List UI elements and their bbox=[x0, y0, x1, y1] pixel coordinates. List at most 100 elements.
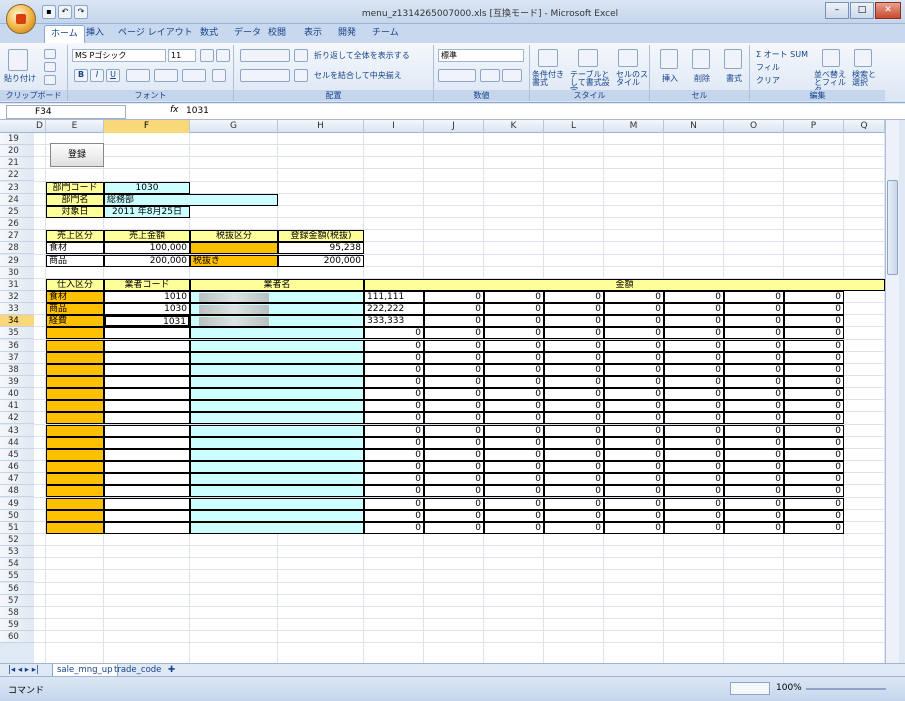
vendor-code[interactable] bbox=[104, 424, 190, 437]
row-header[interactable]: 29 bbox=[0, 254, 34, 267]
italic-button[interactable]: I bbox=[90, 69, 104, 82]
purchase-category[interactable]: 商品 bbox=[46, 303, 104, 316]
row-header[interactable]: 39 bbox=[0, 376, 34, 388]
merge-center-button[interactable]: セルを結合して中央揃え bbox=[314, 70, 402, 81]
purchase-category[interactable] bbox=[46, 388, 104, 401]
font-color-icon[interactable] bbox=[182, 69, 206, 82]
row-header[interactable]: 34 bbox=[0, 315, 34, 328]
scroll-thumb[interactable] bbox=[887, 180, 898, 275]
tab-team[interactable]: チーム bbox=[366, 25, 405, 43]
row-header[interactable]: 59 bbox=[0, 619, 34, 631]
purchase-category[interactable] bbox=[46, 363, 104, 376]
row-header[interactable]: 55 bbox=[0, 570, 34, 583]
tax-type[interactable]: 税抜き bbox=[190, 254, 278, 267]
column-header-l[interactable]: L bbox=[544, 120, 604, 133]
currency-icon[interactable] bbox=[438, 69, 476, 82]
row-header[interactable]: 41 bbox=[0, 400, 34, 413]
decrease-decimal-icon[interactable] bbox=[502, 69, 522, 82]
increase-decimal-icon[interactable] bbox=[480, 69, 500, 82]
find-select-icon[interactable] bbox=[854, 49, 872, 67]
maximize-button[interactable]: □ bbox=[850, 2, 874, 19]
purchase-category[interactable]: 経費 bbox=[46, 315, 104, 328]
find-select-button[interactable]: 検索と選択 bbox=[852, 71, 882, 87]
row-header[interactable]: 28 bbox=[0, 242, 34, 255]
save-icon[interactable]: ▪ bbox=[42, 5, 56, 19]
row-header[interactable]: 44 bbox=[0, 436, 34, 449]
conditional-format-button[interactable]: 条件付き書式 bbox=[532, 71, 570, 87]
row-header[interactable]: 46 bbox=[0, 461, 34, 474]
borders-icon[interactable] bbox=[126, 69, 150, 82]
row-header[interactable]: 56 bbox=[0, 582, 34, 595]
row-header[interactable]: 51 bbox=[0, 521, 34, 534]
sort-filter-icon[interactable] bbox=[822, 49, 840, 67]
purchase-category[interactable] bbox=[46, 485, 104, 498]
purchase-category[interactable] bbox=[46, 461, 104, 474]
tax-type[interactable] bbox=[190, 242, 278, 255]
row-header[interactable]: 57 bbox=[0, 594, 34, 607]
tab-home[interactable]: ホーム bbox=[44, 25, 85, 43]
horizontal-align-icon[interactable] bbox=[240, 69, 290, 82]
purchase-category[interactable] bbox=[46, 424, 104, 437]
row-header[interactable]: 23 bbox=[0, 181, 34, 194]
vendor-code[interactable] bbox=[104, 521, 190, 534]
row-header[interactable]: 43 bbox=[0, 424, 34, 437]
underline-button[interactable]: U bbox=[106, 69, 120, 82]
row-header[interactable]: 42 bbox=[0, 412, 34, 425]
view-buttons[interactable] bbox=[730, 682, 770, 695]
clear-button[interactable]: クリア bbox=[756, 75, 780, 86]
vendor-code[interactable] bbox=[104, 363, 190, 376]
paste-icon[interactable] bbox=[8, 49, 28, 71]
paste-button[interactable]: 貼り付け bbox=[4, 73, 36, 84]
sales-amount[interactable]: 100,000 bbox=[104, 242, 190, 255]
column-header-n[interactable]: N bbox=[664, 120, 724, 133]
row-header[interactable]: 20 bbox=[0, 145, 34, 158]
row-header[interactable]: 48 bbox=[0, 485, 34, 498]
format-painter-icon[interactable] bbox=[44, 75, 56, 85]
row-header[interactable]: 24 bbox=[0, 193, 34, 206]
conditional-format-icon[interactable] bbox=[538, 49, 558, 67]
phonetic-icon[interactable] bbox=[212, 69, 226, 82]
row-header[interactable]: 37 bbox=[0, 351, 34, 364]
vertical-scrollbar[interactable] bbox=[885, 120, 899, 663]
vertical-align-icon[interactable] bbox=[240, 49, 290, 62]
zoom-level[interactable]: 100% bbox=[776, 683, 802, 693]
font-name-select[interactable]: MS Pゴシック bbox=[72, 49, 166, 62]
vendor-code[interactable]: 1030 bbox=[104, 303, 190, 316]
target-date-value[interactable]: 2011 年8月25日 bbox=[104, 205, 190, 218]
insert-function-icon[interactable]: fx bbox=[170, 105, 179, 115]
row-header[interactable]: 47 bbox=[0, 473, 34, 486]
row-header[interactable]: 38 bbox=[0, 363, 34, 376]
column-header-d[interactable]: D bbox=[34, 120, 46, 133]
row-header[interactable]: 52 bbox=[0, 533, 34, 546]
purchase-category[interactable] bbox=[46, 521, 104, 534]
fill-color-icon[interactable] bbox=[154, 69, 178, 82]
vendor-code[interactable] bbox=[104, 388, 190, 401]
row-header[interactable]: 33 bbox=[0, 303, 34, 316]
row-header[interactable]: 21 bbox=[0, 157, 34, 170]
column-header-f[interactable]: F bbox=[104, 120, 190, 133]
row-header[interactable]: 45 bbox=[0, 448, 34, 461]
column-header-m[interactable]: M bbox=[604, 120, 664, 133]
register-button[interactable]: 登録 bbox=[50, 143, 104, 168]
format-table-icon[interactable] bbox=[578, 49, 598, 67]
autosum-button[interactable]: Σ オート SUM bbox=[756, 49, 808, 60]
purchase-category[interactable] bbox=[46, 436, 104, 449]
row-header[interactable]: 40 bbox=[0, 388, 34, 401]
formula-input[interactable]: 1031 bbox=[186, 106, 209, 116]
cell-styles-button[interactable]: セルのスタイル bbox=[616, 71, 648, 87]
row-header[interactable]: 26 bbox=[0, 218, 34, 231]
purchase-category[interactable] bbox=[46, 339, 104, 352]
purchase-category[interactable] bbox=[46, 327, 104, 340]
insert-cells-icon[interactable] bbox=[660, 49, 678, 69]
tab-formulas[interactable]: 数式 bbox=[194, 25, 224, 43]
sales-amount[interactable]: 200,000 bbox=[104, 254, 190, 267]
column-header-p[interactable]: P bbox=[784, 120, 844, 133]
indent-icon[interactable] bbox=[294, 69, 308, 82]
purchase-category[interactable] bbox=[46, 509, 104, 522]
name-box[interactable]: F34 bbox=[6, 105, 126, 119]
worksheet-grid[interactable]: 登録 部門コード 1030 部門名 総務部 対象日 2011 年8月25日 売上区分 売上金額税… bbox=[34, 133, 885, 663]
row-header[interactable]: 31 bbox=[0, 278, 34, 291]
orientation-icon[interactable] bbox=[294, 49, 308, 62]
vendor-code[interactable] bbox=[104, 327, 190, 340]
row-header[interactable]: 53 bbox=[0, 546, 34, 559]
